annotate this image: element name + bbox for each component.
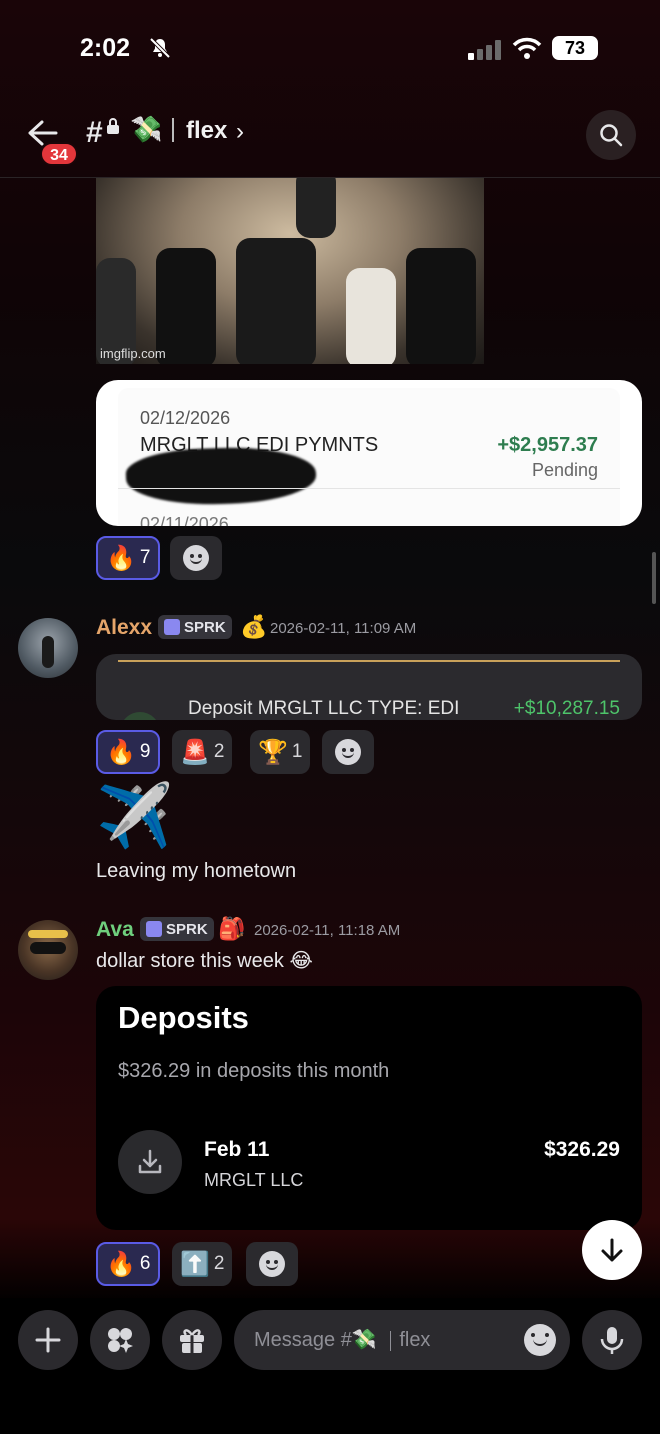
tag-icon — [146, 921, 162, 937]
download-arrow-icon — [138, 1149, 162, 1174]
tag-icon — [164, 619, 180, 635]
gif-watermark: imgflip.com — [100, 346, 166, 361]
tag-label: SPRK — [184, 618, 226, 636]
smiley-icon — [524, 1324, 556, 1356]
add-reaction-button[interactable] — [170, 536, 222, 580]
timestamp: 2026-02-11, 11:09 AM — [270, 620, 417, 637]
message-body: dollar store this week — [96, 950, 284, 972]
reaction-trophy[interactable]: 🏆 1 — [250, 730, 311, 774]
deposit-icon — [120, 712, 160, 720]
deposit-image[interactable]: Deposit MRGLT LLC TYPE: EDI +$10,287.15 — [96, 654, 642, 720]
reaction-count: 7 — [139, 547, 151, 568]
tag-label: SPRK — [166, 920, 208, 938]
smiley-icon — [335, 739, 361, 765]
jump-to-present-button[interactable] — [582, 1220, 642, 1280]
up-arrow-icon: ⬆️ — [180, 1250, 210, 1278]
chevron-right-icon[interactable]: › — [236, 118, 244, 146]
wifi-icon — [512, 37, 542, 59]
smiley-icon — [183, 545, 209, 571]
locked-channel-icon: # — [86, 116, 103, 149]
reaction-fire[interactable]: 🔥 9 — [96, 730, 161, 774]
avatar-alexx[interactable] — [18, 618, 78, 678]
gift-icon — [180, 1329, 204, 1353]
username-alexx[interactable]: Alexx — [96, 616, 152, 640]
placeholder-channel: flex — [399, 1329, 431, 1351]
microphone-icon — [600, 1327, 624, 1354]
search-icon — [600, 124, 623, 147]
transaction-amount: +$2,957.37 — [497, 434, 598, 456]
deposit-date: Feb 11 — [204, 1138, 270, 1161]
signal-icon — [468, 40, 501, 60]
reaction-up-arrow[interactable]: ⬆️ 2 — [172, 1242, 233, 1286]
header-separator — [172, 118, 174, 142]
transaction-date-next: 02/11/2026 — [140, 514, 229, 526]
scrollbar[interactable] — [652, 552, 656, 604]
arrow-down-icon — [601, 1238, 623, 1262]
message-placeholder: Message #💸 flex — [254, 1327, 430, 1352]
avatar-ava[interactable] — [18, 920, 78, 980]
role-badge-icon: 💰 — [240, 614, 268, 639]
battery-indicator: 73 — [552, 36, 598, 60]
deposits-card-image[interactable]: Deposits $326.29 in deposits this month … — [96, 986, 642, 1230]
download-icon — [118, 1130, 182, 1194]
deposit-text: Deposit MRGLT LLC TYPE: EDI — [188, 698, 460, 719]
add-reaction-button[interactable] — [322, 730, 374, 774]
deposit-amount: $326.29 — [544, 1138, 620, 1161]
role-badge-icon: 🎒 — [218, 916, 246, 941]
deposits-subtitle: $326.29 in deposits this month — [118, 1060, 390, 1082]
lock-icon — [107, 118, 119, 134]
reaction-count: 2 — [213, 1253, 225, 1274]
laughing-emoji: 😂 — [289, 950, 313, 972]
fire-icon: 🔥 — [106, 1250, 136, 1278]
timestamp: 2026-02-11, 11:18 AM — [254, 922, 401, 939]
gift-button[interactable] — [162, 1310, 222, 1370]
bank-screenshot-image[interactable]: 02/12/2026 MRGLT LLC EDI PYMNTS +$2,957.… — [96, 380, 642, 526]
reaction-fire[interactable]: 🔥 6 — [96, 1242, 161, 1286]
gif-image[interactable] — [96, 178, 484, 364]
unread-badge: 34 — [40, 142, 78, 166]
gold-line — [118, 660, 620, 662]
add-reaction-button[interactable] — [246, 1242, 298, 1286]
transaction-date: 02/12/2026 — [140, 408, 231, 428]
bell-off-icon — [149, 37, 171, 59]
smiley-icon — [259, 1251, 285, 1277]
redaction-scribble — [125, 444, 317, 508]
status-time: 2:02 — [80, 34, 131, 62]
reaction-count: 9 — [139, 741, 151, 762]
voice-message-button[interactable] — [582, 1310, 642, 1370]
siren-icon: 🚨 — [180, 738, 210, 766]
reaction-fire[interactable]: 🔥 7 — [96, 536, 161, 580]
transaction-divider — [118, 488, 620, 489]
fire-icon: 🔥 — [106, 544, 136, 572]
apps-icon — [108, 1328, 133, 1353]
airplane-emoji: ✈️ — [96, 782, 174, 851]
apps-button[interactable] — [90, 1310, 150, 1370]
guild-tag[interactable]: SPRK — [140, 917, 214, 941]
deposits-title: Deposits — [118, 1000, 249, 1035]
deposit-amount: +$10,287.15 — [513, 698, 620, 719]
username-ava[interactable]: Ava — [96, 918, 134, 942]
search-button[interactable] — [586, 110, 636, 160]
reaction-siren[interactable]: 🚨 2 — [172, 730, 233, 774]
message-text: Leaving my hometown — [96, 860, 297, 882]
deposit-payer: MRGLT LLC — [204, 1170, 304, 1190]
transaction-status: Pending — [531, 460, 598, 480]
placeholder-text: Message # — [254, 1329, 352, 1351]
placeholder-emoji: 💸 — [351, 1329, 377, 1351]
message-input[interactable]: Message #💸 flex — [234, 1310, 570, 1370]
trophy-icon: 🏆 — [258, 738, 288, 766]
channel-name[interactable]: flex — [186, 117, 227, 145]
fire-icon: 🔥 — [106, 738, 136, 766]
channel-emoji: 💸 — [130, 114, 163, 144]
emoji-picker-button[interactable] — [524, 1324, 556, 1356]
reaction-count: 1 — [291, 741, 303, 762]
add-attachment-button[interactable] — [18, 1310, 78, 1370]
reaction-count: 2 — [213, 741, 225, 762]
message-text: dollar store this week 😂 — [96, 948, 313, 973]
plus-icon — [35, 1327, 61, 1353]
guild-tag[interactable]: SPRK — [158, 615, 232, 639]
reaction-count: 6 — [139, 1253, 151, 1274]
